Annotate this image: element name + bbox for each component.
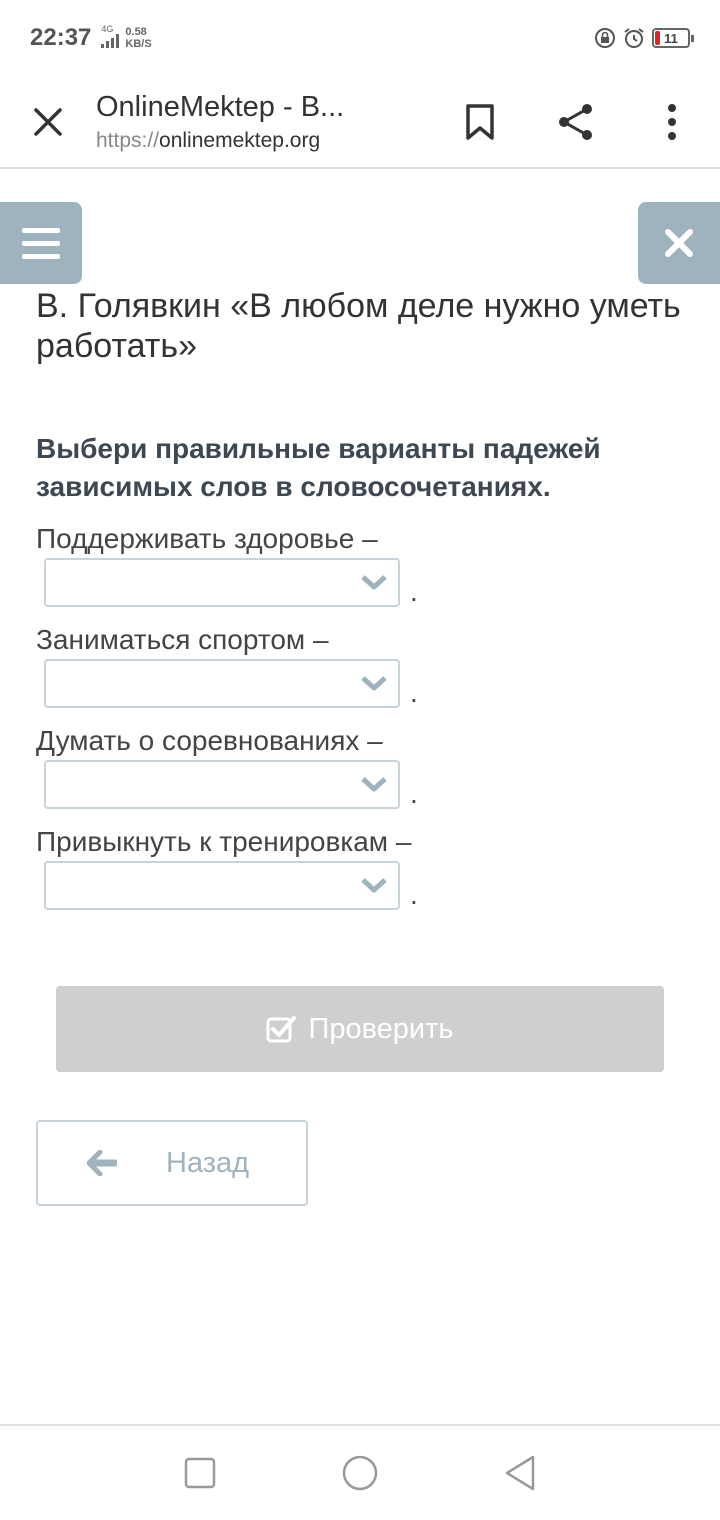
recents-button[interactable] <box>170 1443 230 1503</box>
share-button[interactable] <box>528 75 624 168</box>
back-button[interactable]: Назад <box>36 1120 308 1206</box>
status-time: 22:37 <box>30 24 92 51</box>
phrase-label: Поддерживать здоровье – <box>36 523 378 554</box>
speed-unit: KB/S <box>125 38 152 50</box>
sentence-end: . <box>410 576 418 607</box>
network-type: 4G <box>101 23 114 34</box>
sentence-end: . <box>410 879 418 910</box>
phrase-label: Думать о соревнованиях – <box>36 725 383 756</box>
close-icon <box>34 107 62 136</box>
close-icon <box>665 229 693 257</box>
more-vertical-icon <box>668 103 676 140</box>
chevron-down-icon <box>361 676 387 691</box>
phrase-label: Привыкнуть к тренировкам – <box>36 826 412 857</box>
browser-toolbar: OnlineMektep - В... https://onlinemektep… <box>0 76 720 169</box>
triangle-back-icon <box>505 1455 535 1491</box>
page-url: https://onlinemektep.org <box>96 126 432 156</box>
chevron-down-icon <box>361 575 387 590</box>
url-protocol: https:// <box>96 128 160 152</box>
exercise-item: Думать о соревнованиях – . <box>36 724 686 809</box>
phrase-label: Заниматься спортом – <box>36 624 329 655</box>
menu-button[interactable] <box>0 202 82 284</box>
share-icon <box>559 103 592 140</box>
chevron-down-icon <box>361 878 387 893</box>
bookmark-icon <box>466 103 494 140</box>
check-button[interactable]: Проверить <box>56 986 664 1072</box>
arrow-left-icon <box>87 1150 117 1176</box>
case-select[interactable] <box>44 659 400 708</box>
status-bar: 22:37 4G 0.58 KB/S 11 <box>0 0 720 76</box>
system-nav-bar <box>0 1424 720 1520</box>
sentence-end: . <box>410 677 418 708</box>
battery-level: 11 <box>664 30 678 46</box>
home-button[interactable] <box>330 1443 390 1503</box>
hamburger-line <box>22 240 60 246</box>
checkbox-check-icon <box>266 1016 297 1043</box>
lesson-content: В. Голявкин «В любом деле нужно уметь ра… <box>36 286 686 910</box>
back-button-label: Назад <box>166 1146 250 1179</box>
hamburger-menu-icon <box>22 227 60 233</box>
speed-value: 0.58 <box>125 26 147 38</box>
more-button[interactable] <box>624 75 720 168</box>
chevron-down-icon <box>361 777 387 792</box>
signal-icon <box>101 33 120 48</box>
hamburger-line <box>22 253 60 259</box>
exercise-item: Поддерживать здоровье – . <box>36 522 686 607</box>
check-button-label: Проверить <box>308 1012 454 1045</box>
bookmark-button[interactable] <box>432 75 528 168</box>
circle-icon <box>342 1455 378 1491</box>
case-select[interactable] <box>44 558 400 607</box>
case-select[interactable] <box>44 760 400 809</box>
network-indicator: 4G 0.58 KB/S <box>101 23 152 53</box>
exit-button[interactable] <box>638 202 720 284</box>
lock-rotation-icon <box>595 28 615 48</box>
battery-indicator: 11 <box>652 28 694 48</box>
exercise-item: Заниматься спортом – . <box>36 623 686 708</box>
alarm-icon <box>624 28 644 48</box>
page-info[interactable]: OnlineMektep - В... https://onlinemektep… <box>96 88 432 156</box>
sentence-end: . <box>410 778 418 809</box>
url-domain: onlinemektep.org <box>159 128 321 152</box>
close-tab-button[interactable] <box>0 75 96 168</box>
lesson-title: В. Голявкин «В любом деле нужно уметь ра… <box>36 287 681 365</box>
back-nav-button[interactable] <box>490 1443 550 1503</box>
exercise-item: Привыкнуть к тренировкам – . <box>36 825 686 910</box>
square-icon <box>184 1457 216 1489</box>
case-select[interactable] <box>44 861 400 910</box>
page-title: OnlineMektep - В... <box>96 90 345 123</box>
task-instruction: Выбери правильные варианты падежей завис… <box>36 433 601 502</box>
